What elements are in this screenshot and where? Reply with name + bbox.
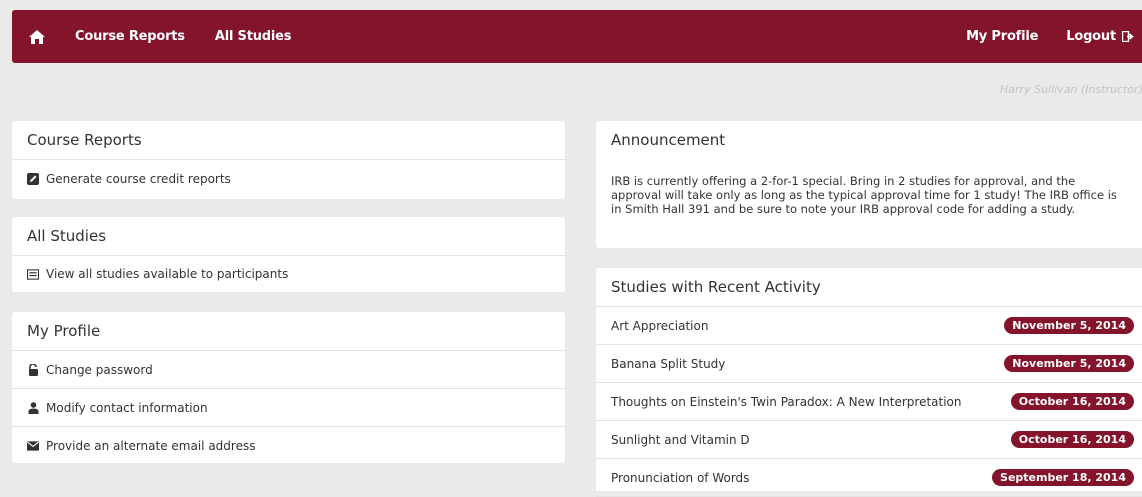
announcement-title: Announcement	[611, 131, 726, 149]
change-password-label: Change password	[46, 362, 153, 377]
my-profile-title: My Profile	[12, 312, 565, 351]
recent-activity-panel: Studies with Recent Activity Art Appreci…	[596, 268, 1142, 497]
study-name: Pronunciation of Words	[611, 470, 750, 485]
modify-contact-link[interactable]: Modify contact information	[12, 389, 565, 427]
nav-my-profile[interactable]: My Profile	[966, 29, 1038, 44]
list-icon	[27, 268, 39, 280]
user-icon	[27, 401, 39, 414]
study-name: Art Appreciation	[611, 318, 709, 333]
change-password-link[interactable]: Change password	[12, 351, 565, 389]
date-badge: October 16, 2014	[1010, 431, 1134, 448]
recent-study-row[interactable]: Art Appreciation November 5, 2014	[596, 307, 1142, 345]
all-studies-panel: All Studies View all studies available t…	[12, 217, 565, 292]
generate-reports-label: Generate course credit reports	[46, 172, 231, 186]
view-all-studies-label: View all studies available to participan…	[46, 267, 289, 281]
recent-study-row[interactable]: Sunlight and Vitamin D October 16, 2014	[596, 421, 1142, 459]
alternate-email-label: Provide an alternate email address	[46, 438, 256, 453]
modify-contact-label: Modify contact information	[46, 400, 208, 415]
recent-study-row[interactable]: Pronunciation of Words September 18, 201…	[596, 459, 1142, 497]
all-studies-title: All Studies	[12, 217, 565, 256]
recent-activity-title: Studies with Recent Activity	[596, 268, 1142, 307]
home-icon[interactable]	[27, 27, 47, 47]
nav-logout[interactable]: Logout	[1066, 29, 1134, 44]
nav-right-group: My Profile Logout	[966, 29, 1142, 44]
nav-all-studies[interactable]: All Studies	[215, 29, 292, 44]
edit-icon	[27, 173, 39, 185]
generate-reports-link[interactable]: Generate course credit reports	[12, 160, 565, 198]
logout-icon	[1122, 31, 1134, 42]
my-profile-panel: My Profile Change password Modify contac…	[12, 312, 565, 463]
date-badge: October 16, 2014	[1010, 393, 1134, 410]
alternate-email-link[interactable]: Provide an alternate email address	[12, 427, 565, 464]
date-badge: November 5, 2014	[1004, 317, 1134, 334]
logged-in-user: Harry Sullivan (Instructor)	[1000, 83, 1142, 96]
course-reports-title: Course Reports	[12, 121, 565, 160]
recent-study-row[interactable]: Thoughts on Einstein's Twin Paradox: A N…	[596, 383, 1142, 421]
date-badge: September 18, 2014	[992, 469, 1134, 486]
date-badge: November 5, 2014	[1004, 355, 1134, 372]
announcement-body: IRB is currently offering a 2-for-1 spec…	[611, 174, 1117, 216]
recent-study-row[interactable]: Banana Split Study November 5, 2014	[596, 345, 1142, 383]
study-name: Banana Split Study	[611, 356, 726, 371]
announcement-panel: Announcement IRB is currently offering a…	[596, 121, 1142, 248]
view-all-studies-link[interactable]: View all studies available to participan…	[12, 256, 565, 292]
nav-course-reports[interactable]: Course Reports	[75, 29, 185, 44]
unlock-icon	[27, 363, 39, 376]
study-name: Sunlight and Vitamin D	[611, 432, 750, 447]
top-navbar: Course Reports All Studies My Profile Lo…	[12, 10, 1142, 63]
course-reports-panel: Course Reports Generate course credit re…	[12, 121, 565, 199]
envelope-icon	[27, 440, 39, 452]
nav-logout-label: Logout	[1066, 29, 1116, 44]
study-name: Thoughts on Einstein's Twin Paradox: A N…	[611, 394, 962, 409]
